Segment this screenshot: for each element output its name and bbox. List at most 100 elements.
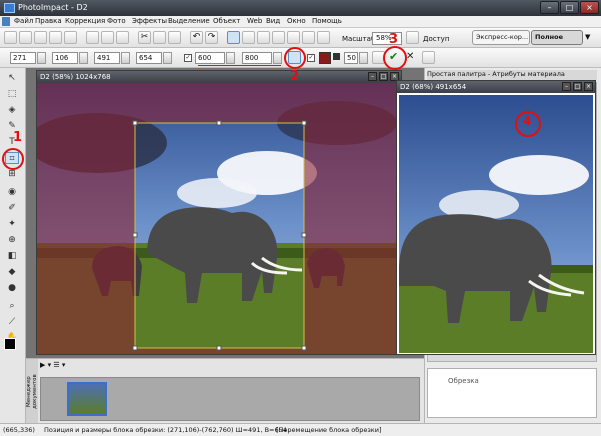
fixed-size-underline [198, 65, 281, 66]
document-title-original: D2 (58%) 1024x768 [37, 71, 401, 83]
document-canvas-preview[interactable] [399, 95, 593, 353]
menu-window[interactable]: Окно [287, 17, 306, 25]
cut-icon[interactable]: ✂ [138, 31, 151, 44]
save-icon[interactable] [34, 31, 47, 44]
palette-icon[interactable] [302, 31, 315, 44]
maximize-button[interactable]: □ [560, 1, 579, 14]
foreground-color-swatch[interactable] [4, 338, 16, 350]
crop-x-field[interactable]: 271 [10, 52, 36, 64]
document-canvas-original[interactable] [37, 83, 401, 354]
doc-menu-icon[interactable] [2, 17, 10, 26]
minimize-button[interactable]: – [540, 1, 559, 14]
print-icon[interactable] [64, 31, 77, 44]
menu-view[interactable]: Вид [266, 17, 280, 25]
menu-adjust[interactable]: Коррекция [65, 17, 105, 25]
crop-y-field[interactable]: 106 [52, 52, 78, 64]
annotation-circle-2 [284, 47, 306, 69]
express-mode-button[interactable]: Экспресс-кор... [472, 30, 530, 45]
fixed-height-field[interactable]: 800 [242, 52, 272, 64]
select-tool-icon[interactable]: ⬚ [5, 88, 19, 100]
pick-tool-icon[interactable]: ↖ [5, 72, 19, 84]
mask-color-small-swatch[interactable] [333, 53, 340, 60]
menu-object[interactable]: Объект [213, 17, 240, 25]
menu-effects[interactable]: Эффекты [132, 17, 167, 25]
doc2-close-button[interactable]: × [584, 82, 593, 91]
mode-dropdown-icon[interactable]: ▼ [585, 33, 590, 41]
document-manager: Менеджер документов ▶ ▾ ☰ ▾ [26, 358, 424, 424]
tool-panel: ↖ ⬚ ◈ ✎ T ⌗ ⊞ ◉ ✐ ✦ ⊕ ◧ ◆ ● ⌕ ⟋ ✋ 1 [0, 68, 26, 423]
mask-checkbox[interactable]: ✓ [307, 54, 315, 62]
camera-icon[interactable] [86, 31, 99, 44]
right-panel-item[interactable]: Обрезка [448, 377, 479, 385]
app-logo-icon [4, 3, 15, 13]
close-button[interactable]: × [580, 1, 599, 14]
document-thumbnail-strip [40, 377, 420, 421]
workspace: D2 (58%) 1024x768 – □ × D2 (68%) 491x654… [26, 68, 596, 358]
brush-tool-icon[interactable]: ✐ [5, 202, 19, 214]
retouch-tool-icon[interactable]: ✦ [5, 218, 19, 230]
new-file-icon[interactable] [4, 31, 17, 44]
shape-tool-icon[interactable]: ● [5, 282, 19, 294]
menu-file[interactable]: Файл [14, 17, 33, 25]
eye-tool-icon[interactable]: ◉ [5, 186, 19, 198]
menu-help[interactable]: Помощь [312, 17, 342, 25]
open-folder-icon[interactable] [19, 31, 32, 44]
doc-manager-toolbar-icon[interactable]: ▶ ▾ ☰ ▾ [40, 361, 70, 373]
paste-icon[interactable] [168, 31, 181, 44]
fixed-width-field[interactable]: 600 [195, 52, 225, 64]
web-icon[interactable] [116, 31, 129, 44]
opacity-spinner[interactable] [359, 52, 368, 64]
crop-width-field[interactable]: 491 [94, 52, 120, 64]
scan-icon[interactable] [49, 31, 62, 44]
fixed-width-spinner[interactable] [226, 52, 235, 64]
menu-edit[interactable]: Правка [35, 17, 62, 25]
annotation-label-2: 2 [290, 69, 300, 84]
eraser-tool-icon[interactable]: ◧ [5, 250, 19, 262]
standard-toolbar: ✂ ↶ ↷ Масштаб 58% Доступ Экспресс-кор...… [0, 28, 601, 54]
elephant-photo-cropped [399, 95, 593, 353]
doc1-minimize-button[interactable]: – [368, 72, 377, 81]
menu-bar: Файл Правка Коррекция Фото Эффекты Выдел… [0, 16, 601, 28]
menu-web[interactable]: Web [247, 17, 262, 25]
doc2-maximize-button[interactable]: □ [573, 82, 582, 91]
redo-icon[interactable]: ↷ [205, 31, 218, 44]
crop-x-spinner[interactable] [37, 52, 46, 64]
crop-height-spinner[interactable] [163, 52, 172, 64]
menu-selection[interactable]: Выделение [168, 17, 210, 25]
zoom-label: Масштаб [342, 35, 376, 43]
undo-icon[interactable]: ↶ [190, 31, 203, 44]
opacity-field[interactable]: 50 [344, 52, 358, 64]
document-window-original[interactable]: D2 (58%) 1024x768 – □ × [36, 70, 402, 355]
zoom-tool-icon[interactable]: ⌕ [5, 300, 19, 312]
copy-icon[interactable] [153, 31, 166, 44]
transform-tool-icon[interactable]: ◈ [5, 104, 19, 116]
eyedropper-tool-icon[interactable]: ⟋ [5, 316, 19, 328]
full-edit-mode-button[interactable]: Полное ред... [531, 30, 583, 54]
view-mode-icon[interactable] [227, 31, 240, 44]
menu-photo[interactable]: Фото [107, 17, 126, 25]
access-icon[interactable] [406, 31, 419, 44]
document-window-preview[interactable]: D2 (68%) 491x654 – □ × 4 [396, 80, 596, 355]
doc1-maximize-button[interactable]: □ [379, 72, 388, 81]
fixed-height-spinner[interactable] [273, 52, 282, 64]
crop-settings-icon[interactable] [422, 51, 435, 64]
doc2-minimize-button[interactable]: – [562, 82, 571, 91]
clone-tool-icon[interactable]: ⊕ [5, 234, 19, 246]
access-label[interactable]: Доступ [423, 35, 449, 43]
fill-tool-icon[interactable]: ◆ [5, 266, 19, 278]
cancel-crop-icon[interactable]: ✕ [406, 51, 414, 62]
magnifier-icon[interactable] [317, 31, 330, 44]
crop-y-spinner[interactable] [79, 52, 88, 64]
document-manager-side-label[interactable]: Менеджер документов [26, 359, 38, 424]
fixed-size-checkbox[interactable]: ✓ [184, 54, 192, 62]
monitor-icon[interactable] [101, 31, 114, 44]
crop-width-spinner[interactable] [121, 52, 130, 64]
grid-icon[interactable] [257, 31, 270, 44]
layer-icon[interactable] [287, 31, 300, 44]
fullscreen-icon[interactable] [242, 31, 255, 44]
document-thumbnail[interactable] [67, 382, 107, 416]
ruler-icon[interactable] [272, 31, 285, 44]
crop-height-field[interactable]: 654 [136, 52, 162, 64]
annotation-label-3: 3 [389, 32, 399, 47]
mask-color-swatch[interactable] [319, 52, 331, 64]
